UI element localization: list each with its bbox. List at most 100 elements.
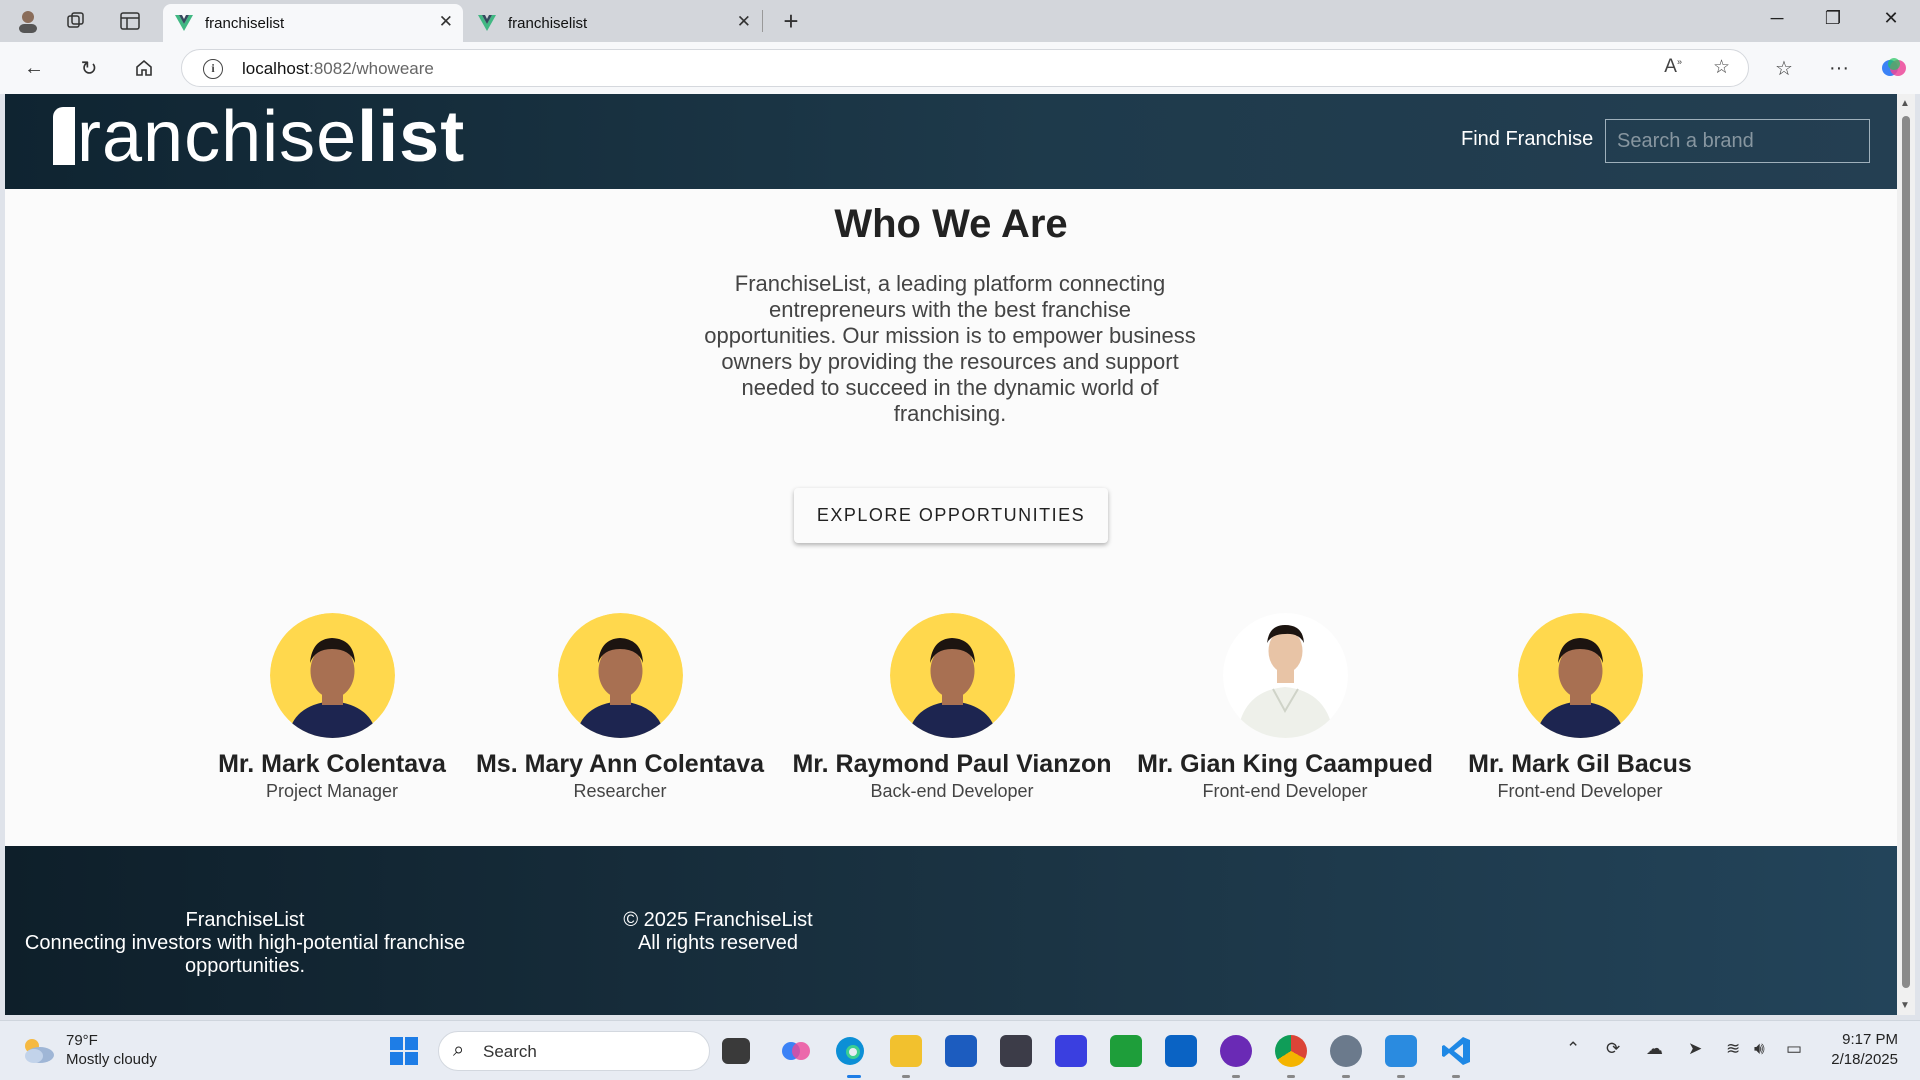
microsoft-store-icon[interactable] xyxy=(945,1035,977,1067)
app-indicator xyxy=(1232,1075,1240,1078)
more-menu-icon[interactable]: ··· xyxy=(1824,54,1854,82)
browser-toolbar: ← ↻ i localhost:8082/whoweare A» ☆ ☆ ··· xyxy=(0,42,1920,94)
member-name: Mr. Mark Colentava xyxy=(218,750,446,778)
footer-brand: FranchiseList xyxy=(185,909,305,931)
team-member-card: Mr. Raymond Paul Vianzon Back-end Develo… xyxy=(787,613,1117,802)
site-info-icon[interactable]: i xyxy=(203,59,223,79)
app-indicator xyxy=(1452,1075,1460,1078)
team-member-card: Mr. Gian King Caampued Front-end Develop… xyxy=(1135,613,1435,802)
favorite-star-icon[interactable]: ☆ xyxy=(1713,56,1730,79)
github-desktop-icon[interactable] xyxy=(1220,1035,1252,1067)
footer-legal: © 2025 FranchiseList All rights reserved xyxy=(605,909,831,955)
restore-icon[interactable]: ❐ xyxy=(1813,8,1853,29)
franchiselist-logo[interactable]: ranchiselist xyxy=(53,96,465,178)
show-hidden-icons-chevron-icon[interactable]: ⌃ xyxy=(1566,1039,1580,1059)
settings-gear-icon[interactable] xyxy=(1330,1035,1362,1067)
tab-divider xyxy=(762,10,763,32)
close-tab-icon[interactable]: ✕ xyxy=(439,12,453,32)
avatar xyxy=(557,613,683,738)
team-member-card: Mr. Mark Gil Bacus Front-end Developer xyxy=(1435,613,1725,802)
clock-date: 2/18/2025 xyxy=(1831,1051,1898,1068)
sync-icon[interactable]: ⟳ xyxy=(1606,1039,1620,1059)
member-role: Front-end Developer xyxy=(1202,781,1368,801)
page-title: Who We Are xyxy=(834,202,1068,246)
avatar xyxy=(269,613,395,738)
vertical-tabs-icon[interactable] xyxy=(116,9,144,33)
dev-app-icon[interactable] xyxy=(1000,1035,1032,1067)
minimize-icon[interactable]: ─ xyxy=(1757,8,1797,29)
battery-icon[interactable]: ▭ xyxy=(1786,1039,1802,1059)
member-name: Mr. Gian King Caampued xyxy=(1137,750,1433,778)
vscode-icon[interactable] xyxy=(1440,1035,1472,1067)
active-app-indicator xyxy=(847,1075,861,1078)
copilot-icon[interactable] xyxy=(1879,54,1909,82)
volume-icon[interactable]: 🔊︎ xyxy=(1754,1039,1765,1059)
outlook-icon[interactable] xyxy=(1165,1035,1197,1067)
profile-avatar-icon[interactable] xyxy=(14,9,42,33)
close-tab-icon[interactable]: ✕ xyxy=(737,12,751,32)
windows-taskbar: 79°F Mostly cloudy ⌕ Search ⌃ ⟳ ☁ ➤ ≋ 🔊︎… xyxy=(0,1020,1920,1080)
team-member-card: Mr. Mark Colentava Project Manager xyxy=(217,613,447,802)
page-scrollbar[interactable]: ▲ ▼ xyxy=(1897,94,1915,1015)
edge-browser-icon[interactable] xyxy=(834,1035,866,1067)
scroll-up-arrow-icon[interactable]: ▲ xyxy=(1900,98,1910,109)
back-icon[interactable]: ← xyxy=(19,54,49,82)
logo-text-bold: list xyxy=(357,97,466,177)
location-icon[interactable]: ➤ xyxy=(1688,1039,1702,1059)
member-name: Mr. Raymond Paul Vianzon xyxy=(792,750,1112,778)
member-role: Project Manager xyxy=(265,781,399,801)
workspaces-icon[interactable] xyxy=(62,9,90,33)
refresh-icon[interactable]: ↻ xyxy=(74,54,104,82)
tab-title: franchiselist xyxy=(508,14,588,32)
vs-icon[interactable] xyxy=(1055,1035,1087,1067)
task-view-icon[interactable] xyxy=(722,1038,750,1064)
find-franchise-link[interactable]: Find Franchise xyxy=(1461,128,1593,151)
avatar xyxy=(889,613,1015,738)
footer-about: FranchiseList Connecting investors with … xyxy=(15,909,475,978)
wifi-icon[interactable]: ≋ xyxy=(1726,1039,1740,1059)
browser-tab-strip: franchiselist ✕ franchiselist ✕ + ─ ❐ ✕ xyxy=(0,0,1920,42)
tab-franchiselist[interactable]: franchiselist ✕ xyxy=(466,4,761,42)
taskbar-search[interactable]: ⌕ Search xyxy=(438,1031,710,1071)
photos-icon[interactable] xyxy=(1385,1035,1417,1067)
home-icon[interactable] xyxy=(129,54,159,82)
taskbar-search-label: Search xyxy=(483,1042,537,1061)
file-explorer-icon[interactable] xyxy=(890,1035,922,1067)
member-role: Researcher xyxy=(573,781,667,801)
weather-temp: 79°F xyxy=(66,1032,98,1049)
weather-widget[interactable]: 79°F Mostly cloudy xyxy=(20,1031,157,1069)
member-role: Back-end Developer xyxy=(870,781,1034,801)
logo-text-light: ranchise xyxy=(77,97,358,177)
scroll-down-arrow-icon[interactable]: ▼ xyxy=(1900,1000,1910,1011)
page-viewport: ranchiselist Find Franchise Who We Are F… xyxy=(5,94,1897,1015)
app-indicator xyxy=(1342,1075,1350,1078)
system-clock[interactable]: 9:17 PM 2/18/2025 xyxy=(1818,1030,1898,1070)
app-indicator xyxy=(902,1075,910,1078)
cloud-status-icon[interactable]: ☁ xyxy=(1646,1039,1663,1059)
chrome-icon[interactable] xyxy=(1275,1035,1307,1067)
member-name: Ms. Mary Ann Colentava xyxy=(475,750,765,778)
intro-paragraph: FranchiseList, a leading platform connec… xyxy=(704,271,1196,426)
member-name: Mr. Mark Gil Bacus xyxy=(1468,750,1692,778)
logo-f-mark xyxy=(53,107,75,165)
tab-title: franchiselist xyxy=(205,14,285,32)
xbox-icon[interactable] xyxy=(1110,1035,1142,1067)
explore-opportunities-button[interactable]: EXPLORE OPPORTUNITIES xyxy=(794,488,1108,543)
close-window-icon[interactable]: ✕ xyxy=(1871,8,1911,29)
start-windows-icon[interactable] xyxy=(388,1035,420,1067)
favorites-icon[interactable]: ☆ xyxy=(1769,54,1799,82)
app-indicator xyxy=(1287,1075,1295,1078)
url-host: localhost xyxy=(242,59,310,78)
avatar xyxy=(1517,613,1643,738)
copilot-app-icon[interactable] xyxy=(780,1035,812,1067)
clock-time: 9:17 PM xyxy=(1842,1031,1898,1048)
app-indicator xyxy=(1397,1075,1405,1078)
new-tab-button[interactable]: + xyxy=(776,6,806,37)
address-bar[interactable]: i localhost:8082/whoweare A» ☆ xyxy=(181,49,1749,87)
scrollbar-thumb[interactable] xyxy=(1902,116,1910,988)
read-aloud-icon[interactable]: A» xyxy=(1664,56,1682,78)
cloudy-weather-icon xyxy=(20,1035,56,1065)
brand-search-input[interactable] xyxy=(1605,119,1870,163)
tab-franchiselist-active[interactable]: franchiselist ✕ xyxy=(163,4,463,42)
search-icon: ⌕ xyxy=(453,1039,465,1061)
